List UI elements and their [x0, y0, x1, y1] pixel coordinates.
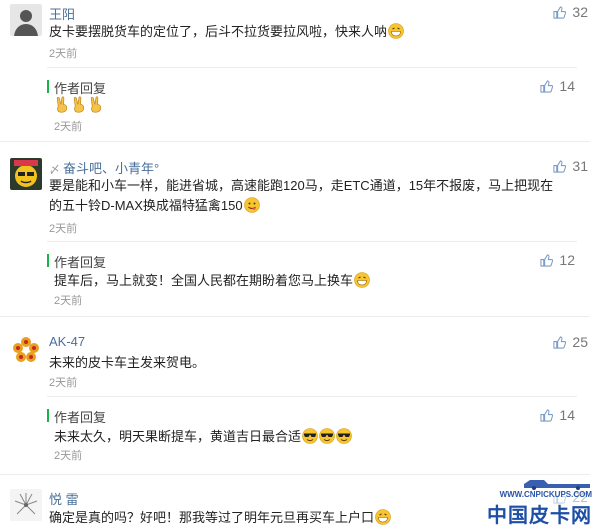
reply-label: 作者回复	[54, 410, 107, 425]
sunglasses-emoji-icon	[302, 428, 318, 444]
reply-label: 作者回复	[54, 255, 107, 270]
thumbs-up-icon	[540, 253, 554, 267]
pin-icon: 〆	[49, 164, 60, 176]
comment-text: 要是能和小车一样，能进省城，高速能跑120马，走ETC通道，15年不报废，马上把…	[49, 178, 554, 213]
reply-label: 作者回复	[54, 81, 107, 96]
comment-text: 未来的皮卡车主发来贺电。	[49, 355, 206, 370]
victory-hand-icon	[88, 96, 105, 116]
yum-emoji-icon	[243, 197, 260, 213]
grinning-emoji-icon	[375, 509, 391, 525]
divider	[0, 474, 590, 475]
reply-text: 未来太久，明天果断提车，黄道吉日最合适	[54, 427, 352, 447]
watermark-url: WWW.CNPICKUPS.COM	[499, 490, 592, 499]
watermark-text: 中国皮卡网	[487, 505, 592, 527]
avatar[interactable]	[10, 334, 42, 366]
victory-hand-icon	[54, 96, 71, 116]
site-watermark: WWW.CNPICKUPS.COM 中国皮卡网	[487, 478, 592, 528]
sunglasses-emoji-icon	[319, 428, 335, 444]
reply-time: 2天前	[54, 450, 83, 462]
comment-time: 2天前	[49, 48, 78, 60]
username[interactable]: 王阳	[49, 4, 75, 23]
reply-bar	[47, 409, 49, 422]
divider	[0, 141, 590, 142]
reply-bar	[47, 254, 49, 267]
username[interactable]: 〆奋斗吧、小青年°	[49, 158, 159, 177]
like-button[interactable]: 31	[553, 158, 588, 174]
like-count: 31	[572, 158, 588, 174]
grinning-emoji-icon	[388, 23, 404, 39]
victory-hand-icon	[71, 96, 88, 116]
like-count: 32	[572, 4, 588, 20]
sunglasses-emoji-icon	[336, 428, 352, 444]
divider	[47, 67, 577, 68]
comment-text: 皮卡要摆脱货车的定位了，后斗不拉货要拉风啦，快来人呐	[49, 22, 559, 42]
comment-time: 2天前	[49, 223, 78, 235]
avatar[interactable]	[10, 158, 42, 190]
thumbs-up-icon	[553, 5, 567, 19]
like-button[interactable]: 14	[540, 78, 575, 94]
avatar[interactable]	[10, 4, 42, 36]
avatar[interactable]	[10, 489, 42, 521]
divider	[47, 396, 577, 397]
like-button[interactable]: 32	[553, 4, 588, 20]
like-button[interactable]: 14	[540, 407, 575, 423]
thumbs-up-icon	[553, 159, 567, 173]
divider	[0, 316, 590, 317]
thumbs-up-icon	[540, 79, 554, 93]
reply-time: 2天前	[54, 121, 83, 133]
username[interactable]: 悦 雷	[49, 489, 79, 508]
like-count: 14	[559, 407, 575, 423]
reply-time: 2天前	[54, 295, 83, 307]
like-count: 14	[559, 78, 575, 94]
comment-text: 确定是真的吗？好吧！那我等过了明年元旦再买车上户口	[49, 508, 559, 528]
reply-emojis	[54, 96, 105, 119]
like-count: 12	[559, 252, 575, 268]
pickup-truck-icon	[487, 478, 592, 490]
comment-time: 2天前	[49, 377, 78, 389]
grinning-emoji-icon	[354, 272, 370, 288]
like-count: 25	[572, 334, 588, 350]
reply-bar	[47, 80, 49, 93]
reply-text: 提车后，马上就变！全国人民都在期盼着您马上换车	[54, 271, 370, 291]
like-button[interactable]: 12	[540, 252, 575, 268]
thumbs-up-icon	[540, 408, 554, 422]
thumbs-up-icon	[553, 335, 567, 349]
like-button[interactable]: 25	[553, 334, 588, 350]
username[interactable]: AK-47	[49, 334, 85, 349]
divider	[47, 241, 577, 242]
